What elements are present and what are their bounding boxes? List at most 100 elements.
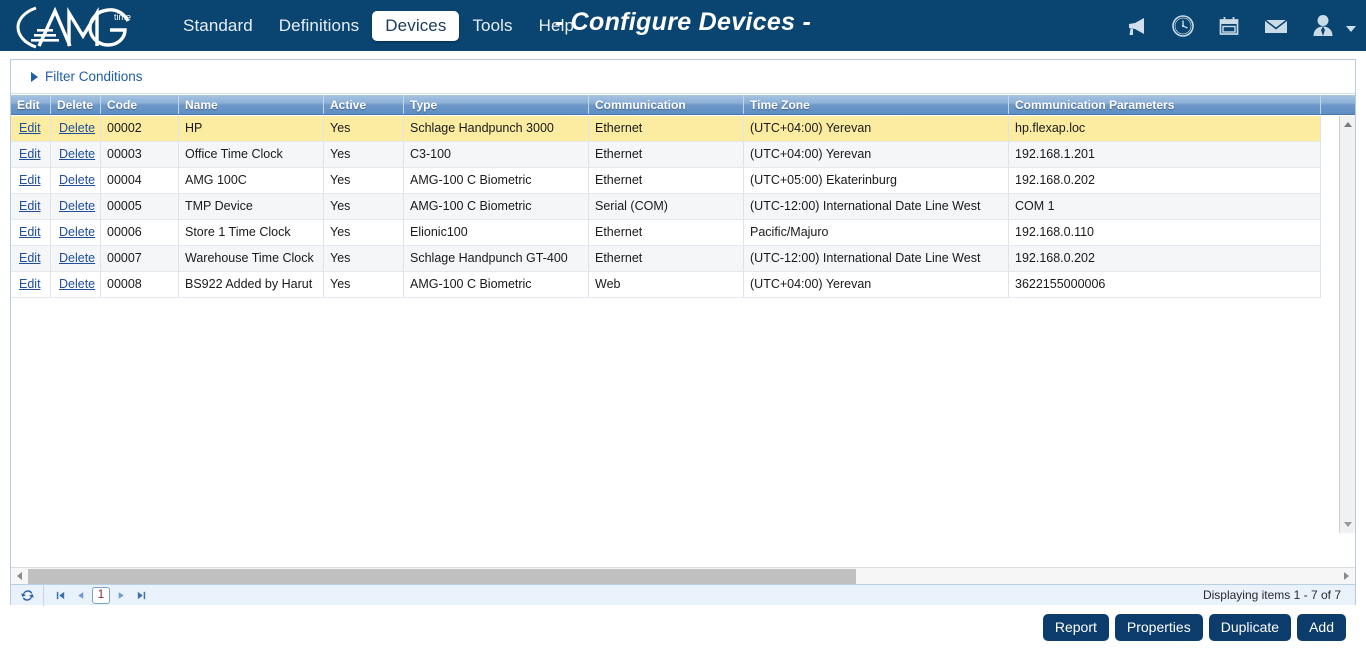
column-header-time-zone[interactable]: Time Zone [744,95,1009,114]
cell-delete: Delete [51,142,101,167]
user-icon[interactable] [1310,12,1336,40]
delete-link[interactable]: Delete [59,277,95,291]
scroll-up-button[interactable] [1340,116,1356,133]
clock-icon[interactable] [1170,13,1196,39]
cell-delete: Delete [51,116,101,141]
scroll-right-button[interactable] [1338,568,1355,584]
scroll-down-button[interactable] [1340,516,1356,533]
table-row[interactable]: Edit Delete 00007 Warehouse Time Clock Yes Sc… [11,246,1321,272]
cell-edit: Edit [11,194,51,219]
add-button[interactable]: Add [1297,614,1346,641]
edit-link[interactable]: Edit [19,251,41,265]
column-header-code[interactable]: Code [101,95,179,114]
grid-horizontal-scrollbar[interactable] [11,567,1355,584]
cell-time-zone: (UTC+04:00) Yerevan [744,116,1009,141]
devices-panel: Filter Conditions Edit Delete Code Name … [10,59,1356,606]
calendar-icon[interactable] [1216,13,1242,39]
cell-active: Yes [324,194,404,219]
cell-active: Yes [324,272,404,297]
vertical-scroll-track[interactable] [1340,133,1355,516]
prev-page-icon[interactable] [72,587,89,604]
table-row[interactable]: Edit Delete 00003 Office Time Clock Yes C3-10… [11,142,1321,168]
filter-conditions-bar: Filter Conditions [11,60,1355,94]
horizontal-scroll-thumb[interactable] [28,568,856,584]
cell-active: Yes [324,246,404,271]
table-row[interactable]: Edit Delete 00006 Store 1 Time Clock Yes Elio… [11,220,1321,246]
nav-item-devices[interactable]: Devices [372,10,460,41]
duplicate-button[interactable]: Duplicate [1208,614,1292,641]
nav-item-tools[interactable]: Tools [459,11,525,41]
cell-delete: Delete [51,168,101,193]
cell-communication: Ethernet [589,116,744,141]
nav-item-help[interactable]: Help [526,11,587,41]
grid-pager: 1 Displaying items 1 - 7 of 7 [11,584,1355,606]
grid-vertical-scrollbar[interactable] [1339,116,1355,533]
cell-type: Elionic100 [404,220,589,245]
cell-name: TMP Device [179,194,324,219]
edit-link[interactable]: Edit [19,225,41,239]
cell-name: Store 1 Time Clock [179,220,324,245]
cell-type: Schlage Handpunch GT-400 [404,246,589,271]
chevron-down-icon[interactable] [1346,25,1356,32]
cell-communication: Ethernet [589,246,744,271]
top-navigation-bar: time Standard Definitions Devices Tools … [0,0,1366,51]
triangle-right-scroll-icon [1344,572,1349,580]
nav-item-definitions[interactable]: Definitions [266,11,372,41]
last-page-icon[interactable] [133,587,150,604]
edit-link[interactable]: Edit [19,121,41,135]
report-button[interactable]: Report [1042,614,1109,641]
cell-active: Yes [324,168,404,193]
triangle-right-icon [31,71,38,82]
filter-conditions-toggle[interactable]: Filter Conditions [31,69,143,84]
column-header-edit[interactable]: Edit [11,95,51,114]
page-body: Filter Conditions Edit Delete Code Name … [0,51,1366,657]
envelope-icon[interactable] [1262,13,1290,39]
first-page-icon[interactable] [52,587,69,604]
pager-navigation: 1 [43,584,158,606]
megaphone-icon[interactable] [1124,13,1150,39]
refresh-icon[interactable] [11,588,43,603]
column-header-active[interactable]: Active [324,95,404,114]
delete-link[interactable]: Delete [59,199,95,213]
table-row[interactable]: Edit Delete 00008 BS922 Added by Harut Yes AM… [11,272,1321,298]
cell-code: 00003 [101,142,179,167]
horizontal-scroll-track[interactable] [28,568,1338,584]
cell-type: AMG-100 C Biometric [404,168,589,193]
column-header-type[interactable]: Type [404,95,589,114]
table-row[interactable]: Edit Delete 00002 HP Yes Schlage Handpunch 30… [11,116,1321,142]
cell-active: Yes [324,220,404,245]
cell-type: C3-100 [404,142,589,167]
delete-link[interactable]: Delete [59,251,95,265]
table-row[interactable]: Edit Delete 00005 TMP Device Yes AMG-100 C Bi… [11,194,1321,220]
cell-communication-parameters: 192.168.1.201 [1009,142,1321,167]
cell-delete: Delete [51,194,101,219]
next-page-icon[interactable] [113,587,130,604]
column-header-delete[interactable]: Delete [51,95,101,114]
cell-type: Schlage Handpunch 3000 [404,116,589,141]
edit-link[interactable]: Edit [19,277,41,291]
properties-button[interactable]: Properties [1114,614,1203,641]
cell-edit: Edit [11,246,51,271]
cell-edit: Edit [11,272,51,297]
page-number-1[interactable]: 1 [92,586,110,604]
column-header-communication[interactable]: Communication [589,95,744,114]
edit-link[interactable]: Edit [19,147,41,161]
edit-link[interactable]: Edit [19,173,41,187]
amg-time-logo[interactable]: time [0,0,150,51]
cell-communication: Ethernet [589,220,744,245]
edit-link[interactable]: Edit [19,199,41,213]
cell-communication: Web [589,272,744,297]
column-header-communication-parameters[interactable]: Communication Parameters [1009,95,1321,114]
nav-item-standard[interactable]: Standard [170,11,266,41]
triangle-down-icon [1344,522,1352,527]
topbar-icon-group [1124,0,1356,51]
delete-link[interactable]: Delete [59,225,95,239]
cell-code: 00008 [101,272,179,297]
column-header-name[interactable]: Name [179,95,324,114]
delete-link[interactable]: Delete [59,173,95,187]
cell-name: AMG 100C [179,168,324,193]
table-row[interactable]: Edit Delete 00004 AMG 100C Yes AMG-100 C Biom… [11,168,1321,194]
delete-link[interactable]: Delete [59,147,95,161]
delete-link[interactable]: Delete [59,121,95,135]
scroll-left-button[interactable] [11,568,28,584]
